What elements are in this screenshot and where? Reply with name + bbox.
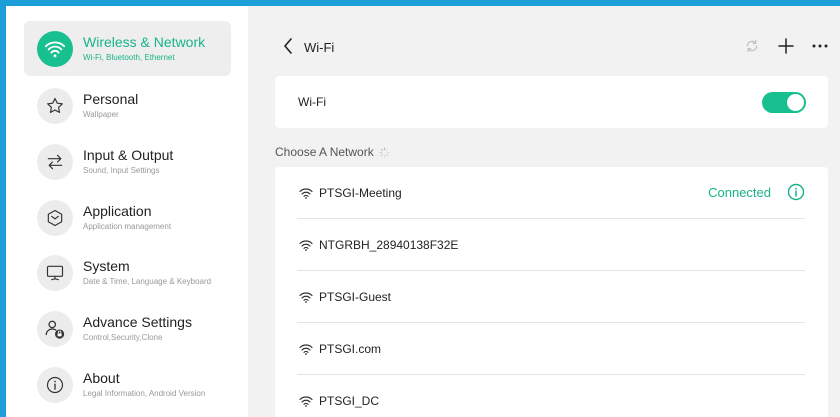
sidebar-item-label: About	[83, 370, 120, 386]
network-name: PTSGI-Meeting	[319, 185, 402, 200]
arrows-swap-icon	[37, 143, 73, 180]
sidebar-item-sublabel: Legal Information, Android Version	[83, 389, 206, 398]
network-name: PTSGI_DC	[319, 394, 380, 408]
sidebar: Wireless & Network Wi-Fi, Bluetooth, Eth…	[6, 6, 248, 417]
toggle-knob	[787, 94, 804, 111]
sidebar-item-sublabel: Sound, Input Settings	[83, 166, 160, 175]
network-row-ptsgi-dc[interactable]: PTSGI_DC	[297, 375, 805, 417]
page-title: Wi-Fi	[304, 40, 335, 55]
sidebar-item-about[interactable]: About Legal Information, Android Version	[24, 357, 231, 412]
user-lock-icon	[37, 310, 73, 347]
sidebar-item-advance-settings[interactable]: Advance Settings Control,Security,Clone	[24, 301, 231, 356]
refresh-icon[interactable]	[742, 36, 762, 56]
wifi-icon	[37, 30, 73, 67]
add-network-icon[interactable]	[776, 36, 796, 56]
section-heading-label: Choose A Network	[275, 145, 374, 159]
network-row-ptsgi-guest[interactable]: PTSGI-Guest	[297, 271, 805, 323]
main-panel: Wi-Fi Wi-Fi Choose A Network PTSGI-Meeti…	[248, 6, 840, 417]
network-row-ptsgi-com[interactable]: PTSGI.com	[297, 323, 805, 375]
wifi-lock-icon	[299, 396, 313, 407]
sidebar-item-personal[interactable]: Personal Wallpaper	[24, 78, 231, 133]
sidebar-item-sublabel: Wi-Fi, Bluetooth, Ethernet	[83, 53, 175, 62]
sidebar-item-sublabel: Application management	[83, 222, 172, 231]
wifi-toggle-label: Wi-Fi	[298, 95, 326, 109]
wifi-lock-icon	[299, 187, 313, 199]
choose-network-heading: Choose A Network	[275, 145, 390, 159]
star-icon	[37, 87, 73, 124]
network-info-icon[interactable]	[787, 183, 805, 201]
wifi-toggle-switch[interactable]	[762, 92, 806, 113]
sidebar-item-label: Application	[83, 203, 152, 219]
sidebar-item-label: System	[83, 258, 130, 274]
settings-window: Wireless & Network Wi-Fi, Bluetooth, Eth…	[6, 6, 840, 417]
back-icon[interactable]	[281, 37, 295, 55]
network-name: NTGRBH_28940138F32E	[319, 237, 459, 252]
more-options-icon[interactable]	[810, 36, 830, 56]
network-row-ptsgi-meeting[interactable]: PTSGI-Meeting Connected	[297, 167, 805, 219]
top-bar: Wi-Fi	[248, 6, 840, 66]
info-icon	[37, 366, 73, 403]
loading-spinner-icon	[379, 146, 390, 158]
wifi-toggle-card: Wi-Fi	[275, 76, 828, 128]
wifi-lock-icon	[299, 291, 313, 303]
network-name: PTSGI.com	[319, 341, 382, 356]
network-list: PTSGI-Meeting Connected NTGRBH_28940138F…	[275, 167, 828, 417]
sidebar-item-system[interactable]: System Date & Time, Language & Keyboard	[24, 245, 231, 300]
connection-status: Connected	[708, 185, 771, 200]
sidebar-item-sublabel: Wallpaper	[83, 110, 119, 119]
wifi-lock-icon	[299, 343, 313, 355]
sidebar-item-label: Advance Settings	[83, 314, 192, 330]
monitor-icon	[37, 254, 73, 291]
sidebar-item-application[interactable]: Application Application management	[24, 190, 231, 245]
sidebar-item-input-output[interactable]: Input & Output Sound, Input Settings	[24, 134, 231, 189]
sidebar-item-sublabel: Date & Time, Language & Keyboard	[83, 277, 212, 286]
sidebar-item-wireless-network[interactable]: Wireless & Network Wi-Fi, Bluetooth, Eth…	[24, 21, 231, 76]
sidebar-item-label: Input & Output	[83, 147, 174, 163]
sidebar-item-label: Personal	[83, 91, 139, 107]
cube-icon	[37, 199, 73, 236]
network-name: PTSGI-Guest	[319, 289, 392, 304]
sidebar-item-sublabel: Control,Security,Clone	[83, 333, 163, 342]
wifi-lock-icon	[299, 239, 313, 251]
network-row-ntgrbh[interactable]: NTGRBH_28940138F32E	[297, 219, 805, 271]
sidebar-item-label: Wireless & Network	[83, 34, 206, 50]
